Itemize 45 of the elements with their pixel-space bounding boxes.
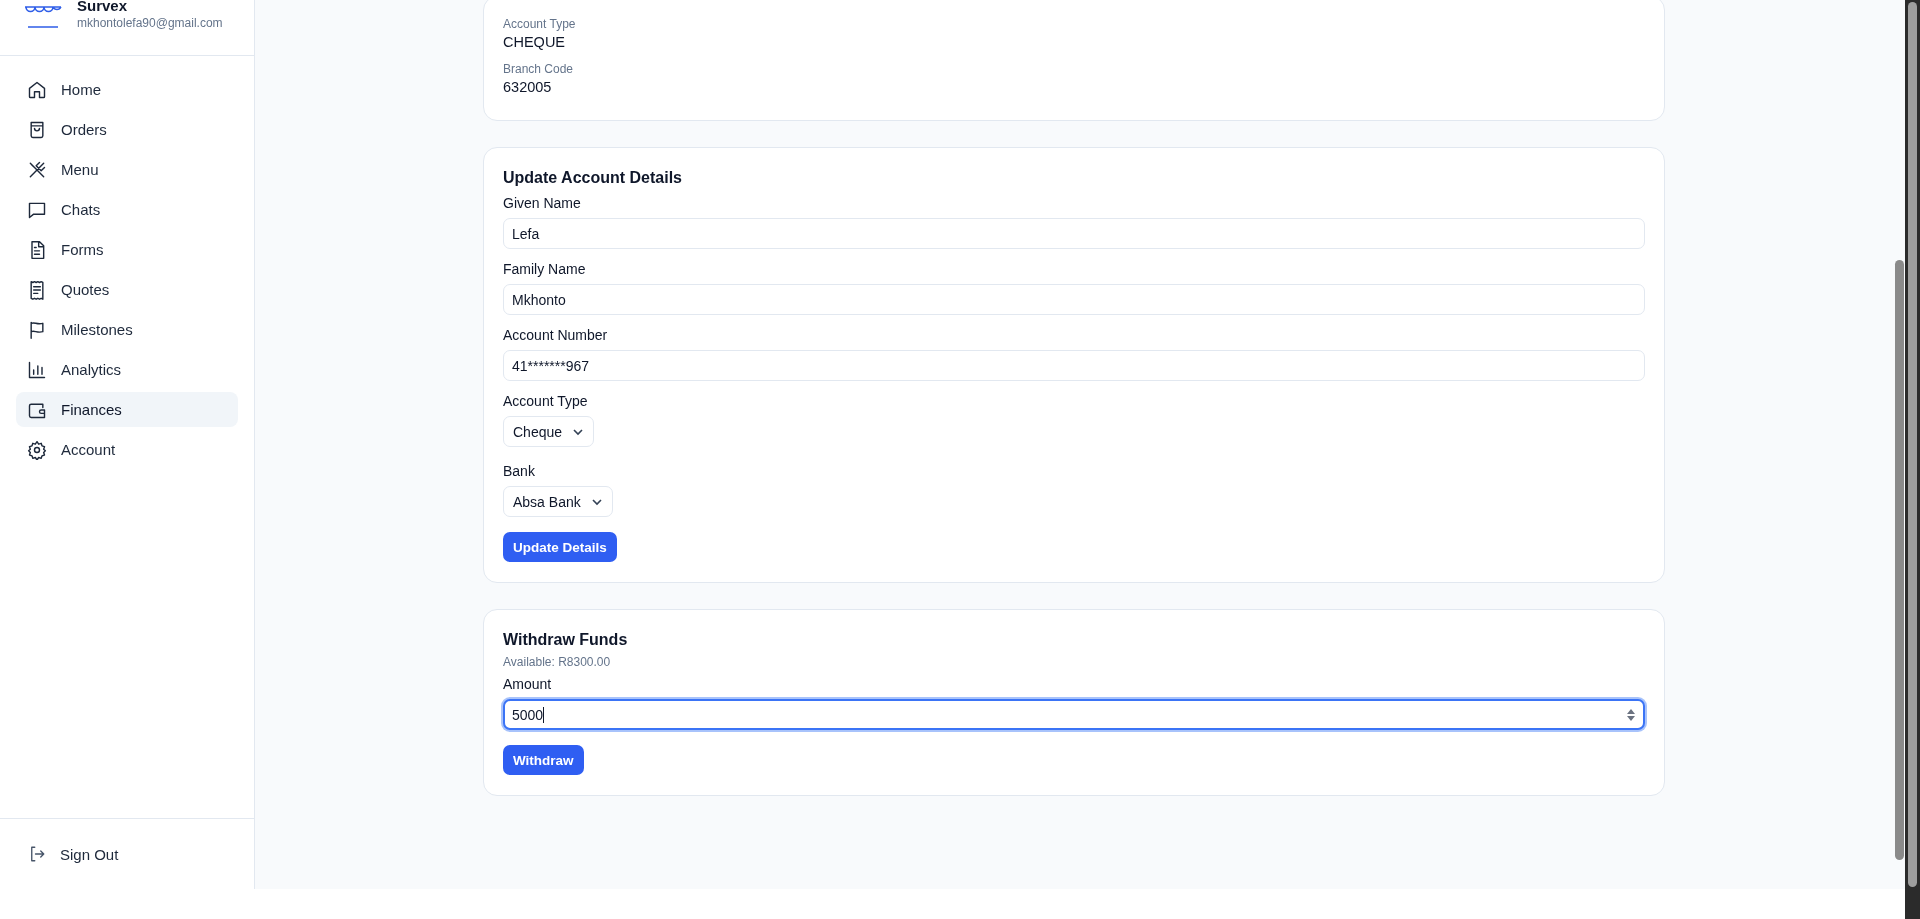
field-label: Account Number xyxy=(503,326,608,344)
withdraw-button[interactable]: Withdraw xyxy=(503,745,584,775)
field-label: Amount xyxy=(503,675,552,693)
sidebar-item[interactable]: Finances xyxy=(16,392,238,427)
number-field[interactable]: 5000 xyxy=(503,699,1645,730)
sidebar-item[interactable]: Menu xyxy=(16,152,238,187)
bag-icon xyxy=(27,119,47,140)
field-label: Bank xyxy=(503,462,535,480)
fork-knife-icon xyxy=(27,159,47,180)
sidebar-item[interactable]: Account xyxy=(16,432,238,467)
sidebar-item[interactable]: Home xyxy=(16,72,238,107)
field-label: Branch Code xyxy=(503,61,574,77)
dropdown[interactable]: Absa Bank xyxy=(503,486,613,517)
field-label: Account Type xyxy=(503,392,588,410)
available-balance: Available: R8300.00 xyxy=(503,655,611,669)
bar-chart-icon xyxy=(27,359,47,380)
sidebar-item[interactable]: Forms xyxy=(16,232,238,267)
scrollbar[interactable] xyxy=(1893,0,1905,889)
brand-name: Survex xyxy=(77,0,129,15)
sign-out-link[interactable]: Sign Out xyxy=(28,845,119,863)
sidebar-item[interactable]: Orders xyxy=(16,112,238,147)
field-label: Given Name xyxy=(503,194,581,212)
update-button[interactable]: Update Details xyxy=(503,532,617,562)
sidebar-item[interactable]: Quotes xyxy=(16,272,238,307)
field-value: 632005 xyxy=(503,78,552,97)
text-field[interactable]: 41*******967 xyxy=(503,350,1645,381)
spinner-arrows-icon xyxy=(1626,707,1636,722)
receipt-icon xyxy=(27,279,47,300)
sidebar-item[interactable]: Analytics xyxy=(16,352,238,387)
field-value: CHEQUE xyxy=(503,33,566,52)
settings-icon xyxy=(27,439,47,460)
card-title: Withdraw Funds xyxy=(503,630,628,650)
sidebar-item[interactable]: Milestones xyxy=(16,312,238,347)
user-email: mkhontolefa90@gmail.com xyxy=(77,15,223,31)
text-field[interactable]: Lefa xyxy=(503,218,1645,249)
sign-out-icon xyxy=(28,845,46,863)
sidebar-item[interactable]: Chats xyxy=(16,192,238,227)
flag-icon xyxy=(27,319,47,340)
text-field[interactable]: Mkhonto xyxy=(503,284,1645,315)
dropdown[interactable]: Cheque xyxy=(503,416,595,447)
card-title: Update Account Details xyxy=(503,168,682,188)
field-label: Account Type xyxy=(503,16,576,32)
house-icon xyxy=(27,79,47,100)
window-scrollbar[interactable] xyxy=(1905,0,1920,919)
field-label: Family Name xyxy=(503,260,586,278)
